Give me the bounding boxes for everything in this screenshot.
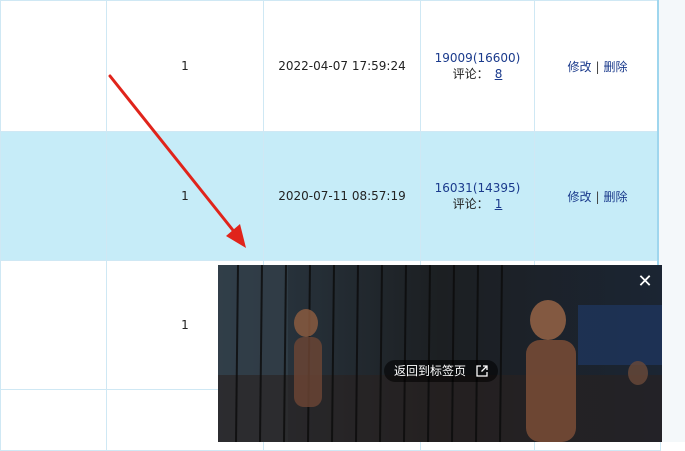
delete-link[interactable]: 删除 — [604, 190, 628, 204]
ops-cell: 修改 | 删除 — [534, 0, 661, 132]
comment-count-link[interactable]: 8 — [495, 67, 503, 81]
separator: | — [595, 59, 600, 74]
delete-link[interactable]: 删除 — [604, 60, 628, 74]
count-cell: 1 — [106, 131, 264, 261]
title-cell — [0, 389, 107, 451]
views-value: 16031(14395) — [434, 181, 521, 195]
date-cell: 2020-07-11 08:57:19 — [263, 131, 421, 261]
date-cell: 2022-04-07 17:59:24 — [263, 0, 421, 132]
views-cell: 16031(14395) 评论： 1 — [420, 131, 535, 261]
count-value: 1 — [181, 59, 189, 73]
views-cell: 19009(16600) 评论： 8 — [420, 0, 535, 132]
date-value: 2020-07-11 08:57:19 — [278, 189, 406, 203]
count-cell: 1 — [106, 0, 264, 132]
title-cell — [0, 260, 107, 390]
page-gutter — [659, 0, 685, 442]
video-frame — [218, 265, 662, 442]
comment-label: 评论： — [452, 67, 489, 81]
comment-label: 评论： — [452, 197, 489, 211]
comment-count-link[interactable]: 1 — [495, 197, 503, 211]
title-cell — [0, 0, 107, 132]
title-cell — [0, 131, 107, 261]
back-to-tab-label: 返回到标签页 — [394, 364, 467, 378]
ops-cell: 修改 | 删除 — [534, 131, 661, 261]
close-icon[interactable]: ✕ — [636, 273, 654, 291]
date-value: 2022-04-07 17:59:24 — [278, 59, 406, 73]
count-value: 1 — [181, 189, 189, 203]
external-link-icon — [476, 365, 488, 377]
back-to-tab-button[interactable]: 返回到标签页 — [384, 360, 498, 382]
table-row: 1 2020-07-11 08:57:19 16031(14395) 评论： 1 … — [0, 131, 661, 261]
table-row: 1 2022-04-07 17:59:24 19009(16600) 评论： 8 … — [0, 0, 661, 132]
views-value: 19009(16600) — [434, 51, 521, 65]
count-value: 1 — [181, 318, 189, 332]
picture-in-picture-window[interactable]: ✕ 返回到标签页 — [218, 265, 662, 442]
edit-link[interactable]: 修改 — [567, 60, 591, 74]
separator: | — [595, 189, 600, 204]
edit-link[interactable]: 修改 — [567, 190, 591, 204]
